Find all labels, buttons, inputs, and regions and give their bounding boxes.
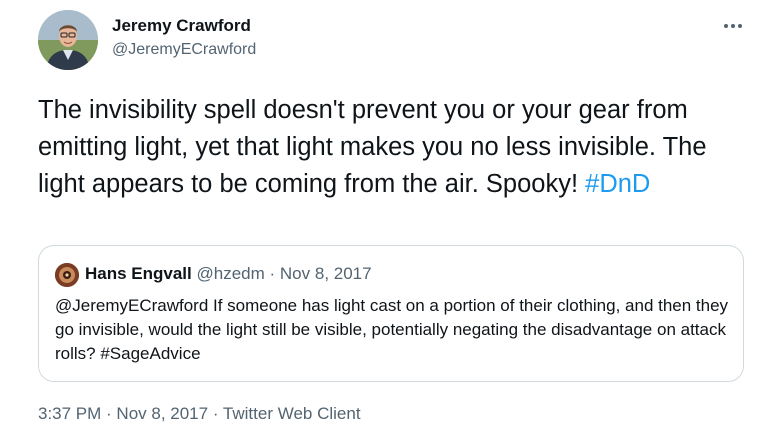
author-name[interactable]: Jeremy Crawford <box>112 16 251 36</box>
author-handle[interactable]: @JeremyECrawford <box>112 41 256 59</box>
tweet: Jeremy Crawford @JeremyECrawford The inv… <box>0 0 776 427</box>
quoted-author-handle[interactable]: @hzedm <box>197 264 265 283</box>
quoted-tweet-header: Hans Engvall @hzedm · Nov 8, 2017 <box>85 264 372 284</box>
quoted-author-name[interactable]: Hans Engvall <box>85 264 192 283</box>
more-options-button[interactable] <box>718 14 748 38</box>
tweet-date[interactable]: Nov 8, 2017 <box>116 404 208 423</box>
quoted-tweet-card[interactable]: Hans Engvall @hzedm · Nov 8, 2017 @Jerem… <box>38 245 744 382</box>
footer-separator-1: · <box>101 404 117 423</box>
quoted-tweet-text: @JeremyECrawford If someone has light ca… <box>55 296 729 363</box>
profile-picture-icon <box>55 263 79 287</box>
quoted-separator: · <box>264 264 280 283</box>
person-photo-icon <box>38 10 98 70</box>
quoted-author-avatar[interactable] <box>55 263 79 287</box>
tweet-source[interactable]: Twitter Web Client <box>223 404 361 423</box>
tweet-time[interactable]: 3:37 PM <box>38 404 101 423</box>
more-horizontal-icon <box>724 24 742 28</box>
tweet-timestamp: 3:37 PM · Nov 8, 2017 · Twitter Web Clie… <box>38 404 361 424</box>
footer-separator-2: · <box>208 404 223 423</box>
quoted-date[interactable]: Nov 8, 2017 <box>280 264 372 283</box>
hashtag-link[interactable]: #DnD <box>585 170 650 198</box>
tweet-text: The invisibility spell doesn't prevent y… <box>38 92 758 203</box>
author-avatar[interactable] <box>38 10 98 70</box>
